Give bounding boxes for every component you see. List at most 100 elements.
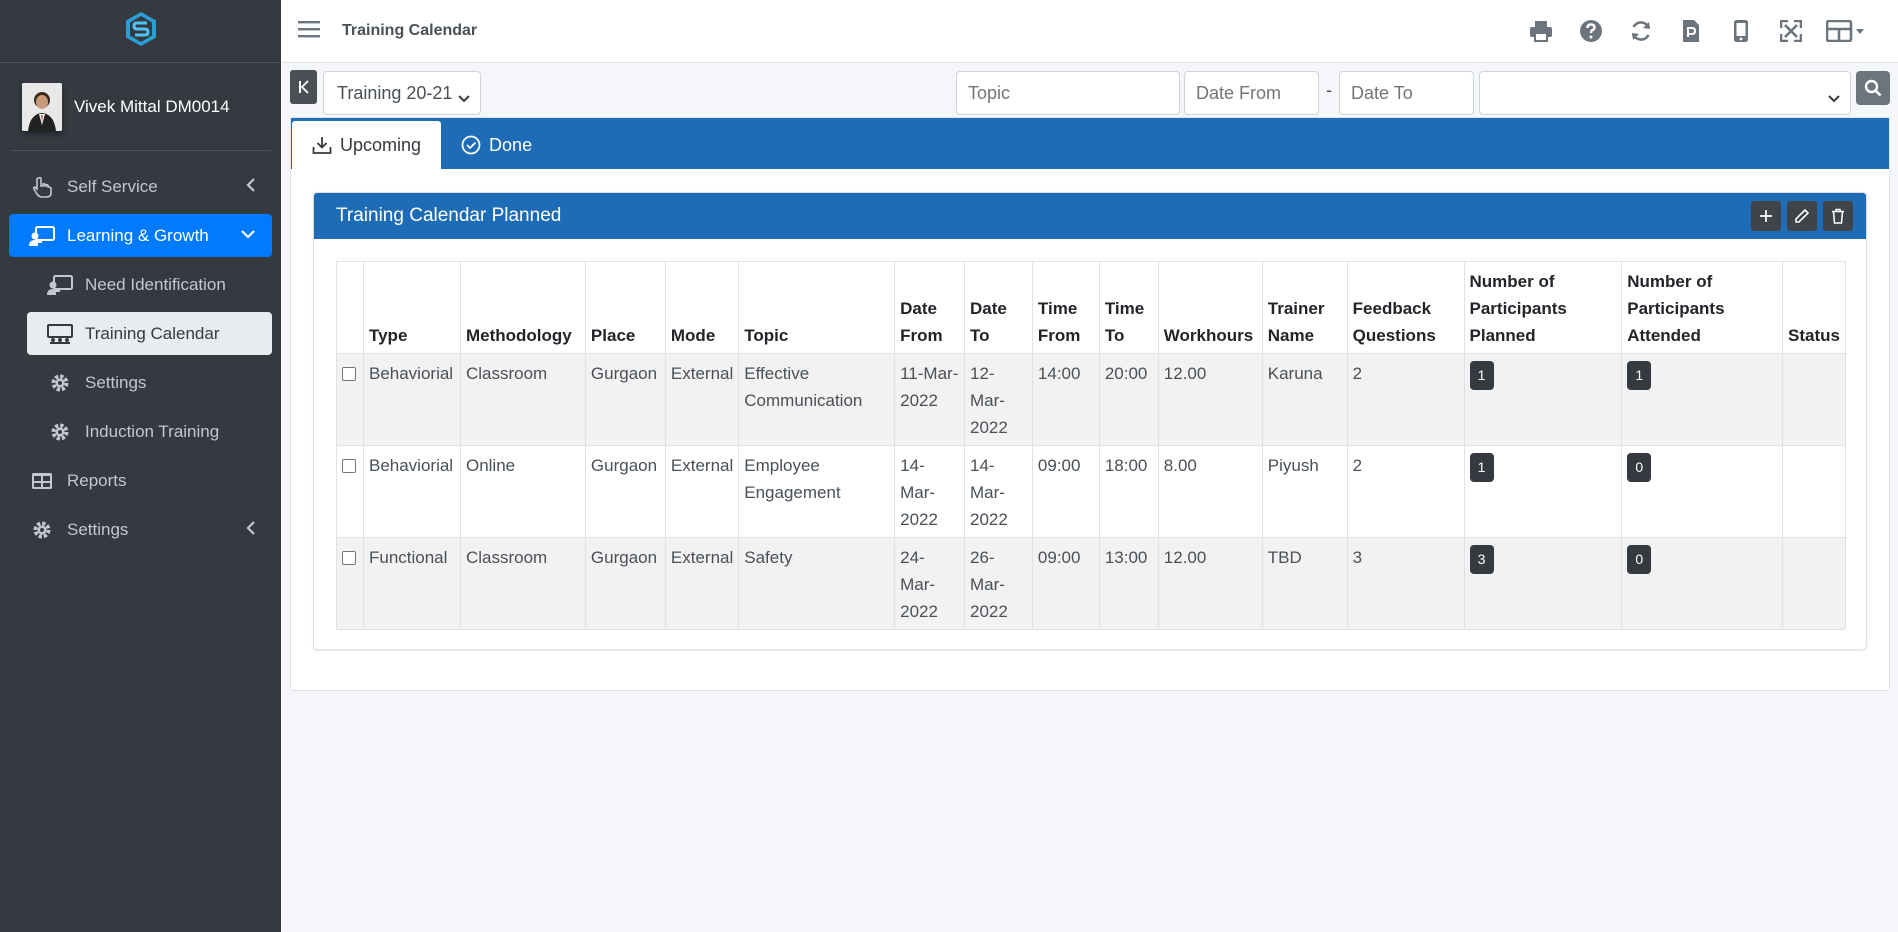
add-button[interactable] [1751, 201, 1781, 231]
cell-trainer: Piyush [1261, 445, 1348, 538]
cell-planned: 1 [1463, 445, 1623, 538]
planned-count-badge[interactable]: 1 [1469, 453, 1494, 482]
avatar[interactable] [22, 82, 62, 131]
cell-type: Functional [362, 537, 461, 630]
attended-count-badge[interactable]: 0 [1627, 545, 1652, 574]
user-name[interactable]: Vivek Mittal DM0014 [74, 97, 230, 117]
table-icon [29, 472, 55, 490]
column-header-date-to[interactable]: Date To [964, 261, 1033, 354]
print-icon[interactable] [1524, 16, 1558, 46]
plus-icon [1760, 210, 1772, 222]
chalkboard-teacher-icon [47, 274, 73, 295]
row-checkbox[interactable] [342, 551, 356, 565]
tab-label: Done [489, 134, 533, 155]
column-header-feedback-questions[interactable]: Feedback Questions [1346, 261, 1465, 354]
cell-type: Behaviorial [362, 353, 461, 446]
sidebar-item-training-calendar[interactable]: Training Calendar [27, 312, 272, 355]
column-header-trainer-name[interactable]: Trainer Name [1261, 261, 1348, 354]
edit-button[interactable] [1787, 201, 1817, 231]
session-select[interactable]: Training 20-21 [323, 71, 481, 115]
gear-icon [47, 422, 73, 442]
column-header-type[interactable]: Type [362, 261, 461, 354]
tab-done[interactable]: Done [441, 121, 552, 169]
chevron-down-icon [458, 88, 470, 109]
tab-upcoming[interactable]: Upcoming [292, 121, 442, 169]
planned-count-badge[interactable]: 1 [1469, 361, 1494, 390]
cell-feedback: 2 [1346, 445, 1465, 538]
column-header-time-from[interactable]: Time From [1031, 261, 1100, 354]
fullscreen-icon[interactable] [1774, 16, 1808, 46]
cell-status [1782, 445, 1846, 538]
grid-dropdown-icon[interactable] [1824, 16, 1868, 46]
row-checkbox[interactable] [342, 459, 356, 473]
sidebar-item-learning-growth[interactable]: Learning & Growth [9, 214, 272, 257]
header-toolbar [1524, 16, 1868, 46]
cell-planned: 1 [1463, 353, 1623, 446]
column-header-workhours[interactable]: Workhours [1157, 261, 1263, 354]
column-header-methodology[interactable]: Methodology [459, 261, 586, 354]
pdf-icon[interactable] [1674, 16, 1708, 46]
card-actions [1751, 201, 1853, 231]
cell-trainer: TBD [1261, 537, 1348, 630]
logo-icon [124, 11, 158, 52]
attended-count-badge[interactable]: 0 [1627, 453, 1652, 482]
refresh-icon[interactable] [1624, 16, 1658, 46]
filter-select[interactable] [1479, 71, 1851, 115]
brand[interactable] [0, 0, 281, 63]
search-button[interactable] [1856, 71, 1890, 105]
chalkboard-teacher-icon [29, 225, 55, 246]
card-header: Training Calendar Planned [314, 193, 1866, 239]
date-from-input[interactable] [1184, 71, 1319, 115]
sidebar-item-settings-sub[interactable]: Settings [27, 361, 272, 404]
cell-time-from: 14:00 [1031, 353, 1100, 446]
cell-date-from: 14-Mar-2022 [894, 445, 966, 538]
cell-topic: Employee Engagement [738, 445, 896, 538]
hamburger-menu-icon[interactable] [298, 20, 322, 43]
cell-time-from: 09:00 [1031, 445, 1100, 538]
table-row[interactable]: Behaviorial Online Gurgaon External Empl… [336, 445, 1846, 538]
column-header-time-to[interactable]: Time To [1098, 261, 1159, 354]
cell-status [1782, 537, 1846, 630]
mobile-icon[interactable] [1724, 16, 1758, 46]
delete-button[interactable] [1823, 201, 1853, 231]
cell-workhours: 12.00 [1157, 537, 1263, 630]
trash-icon [1832, 208, 1844, 224]
sidebar-item-self-service[interactable]: Self Service [9, 165, 272, 208]
cell-type: Behaviorial [362, 445, 461, 538]
check-circle-icon [461, 135, 481, 155]
column-header-participants-attended[interactable]: Number of Participants Attended [1621, 261, 1784, 354]
cell-methodology: Classroom [459, 537, 586, 630]
column-header-topic[interactable]: Topic [738, 261, 896, 354]
table-row[interactable]: Functional Classroom Gurgaon External Sa… [336, 537, 1846, 630]
sidebar: Vivek Mittal DM0014 Self Service Learnin… [0, 0, 281, 932]
table-header-row: Type Methodology Place Mode Topic Date F… [336, 261, 1846, 354]
main-card: Upcoming Done Training Calendar Planned [290, 117, 1890, 691]
attended-count-badge[interactable]: 1 [1627, 361, 1652, 390]
date-range-separator: - [1326, 80, 1332, 100]
column-header-date-from[interactable]: Date From [894, 261, 966, 354]
date-to-input[interactable] [1339, 71, 1474, 115]
cell-attended: 0 [1621, 537, 1784, 630]
tab-bar: Upcoming Done [291, 118, 1889, 169]
chevron-down-icon [240, 226, 256, 247]
cell-time-to: 13:00 [1098, 537, 1159, 630]
sidebar-item-need-identification[interactable]: Need Identification [27, 263, 272, 306]
sidebar-item-settings[interactable]: Settings [9, 508, 272, 551]
planned-count-badge[interactable]: 3 [1469, 545, 1494, 574]
row-checkbox[interactable] [342, 367, 356, 381]
help-icon[interactable] [1574, 16, 1608, 46]
sidebar-item-induction-training[interactable]: Induction Training [27, 410, 272, 453]
column-header-status[interactable]: Status [1782, 261, 1846, 354]
cell-feedback: 2 [1346, 353, 1465, 446]
sidebar-item-reports[interactable]: Reports [9, 459, 272, 502]
cell-mode: External [664, 537, 740, 630]
cell-date-from: 24-Mar-2022 [894, 537, 966, 630]
collapse-panel-button[interactable] [290, 70, 317, 104]
table-row[interactable]: Behaviorial Classroom Gurgaon External E… [336, 353, 1846, 446]
cell-date-to: 12-Mar-2022 [964, 353, 1033, 446]
topic-input[interactable] [956, 71, 1180, 115]
column-header-participants-planned[interactable]: Number of Participants Planned [1463, 261, 1623, 354]
step-backward-icon [298, 80, 309, 94]
column-header-mode[interactable]: Mode [664, 261, 740, 354]
column-header-place[interactable]: Place [584, 261, 666, 354]
